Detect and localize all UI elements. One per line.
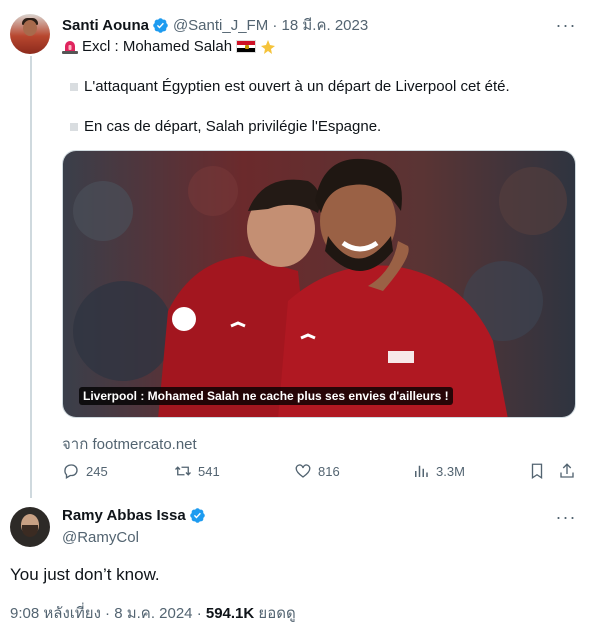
tweet-actions: 245 541 816 3.3M (62, 462, 576, 484)
reply-author-name[interactable]: Ramy Abbas Issa (62, 507, 186, 524)
views-icon (415, 465, 428, 477)
retweet-icon (175, 466, 191, 476)
like-count: 816 (318, 463, 340, 479)
like-icon (295, 464, 311, 478)
reply-text: You just don’t know. (10, 565, 160, 584)
reply-author-handle[interactable]: @RamyCol (62, 529, 139, 546)
tweet-header: Santi Aouna @Santi_J_FM · 18 มี.ค. 2023 (62, 14, 368, 36)
tweet-line-1-text: L'attaquant Égyptien est ouvert à un dép… (84, 78, 510, 95)
tweet-line-1: L'attaquant Égyptien est ouvert à un dép… (70, 78, 510, 95)
share-icon (560, 463, 574, 478)
bookmark-icon (531, 463, 543, 480)
more-icon[interactable]: ··· (556, 15, 576, 35)
bookmark-button[interactable] (528, 462, 546, 480)
retweet-button[interactable]: 541 (174, 462, 220, 480)
retweet-count: 541 (198, 463, 220, 479)
tweet-line-2-text: En cas de départ, Salah privilégie l'Esp… (84, 118, 382, 135)
verified-badge-icon (153, 17, 168, 33)
author-handle-date[interactable]: @Santi_J_FM · 18 มี.ค. 2023 (173, 13, 368, 37)
reply-button[interactable]: 245 (62, 462, 108, 480)
egypt-flag-icon (236, 40, 257, 53)
bullet-icon (70, 82, 78, 91)
verified-badge-icon (189, 508, 205, 523)
link-card-image[interactable]: Liverpool : Mohamed Salah ne cache plus … (62, 150, 576, 418)
reply-count: 245 (86, 463, 108, 479)
author-name[interactable]: Santi Aouna (62, 17, 149, 34)
reply-views-count: 594.1K (205, 605, 255, 622)
avatar[interactable] (10, 507, 50, 547)
reply-meta: 9:08 หลังเที่ยง · 8 ม.ค. 2024 · 594.1K ย… (10, 601, 296, 625)
headline-text: Excl : Mohamed Salah (82, 38, 233, 55)
reply-icon (64, 464, 78, 479)
thread-connector-line (30, 56, 32, 498)
reply-header: Ramy Abbas Issa (62, 507, 206, 524)
link-card-caption: Liverpool : Mohamed Salah ne cache plus … (79, 387, 453, 405)
siren-icon (62, 40, 78, 54)
link-source[interactable]: จาก footmercato.net (62, 432, 197, 456)
bullet-icon (70, 122, 78, 131)
views-count: 3.3M (436, 463, 465, 479)
avatar[interactable] (10, 14, 50, 54)
like-button[interactable]: 816 (294, 462, 340, 480)
reply-views-label: ยอดดู (254, 605, 296, 622)
more-icon[interactable]: ··· (556, 507, 576, 527)
players-photo (63, 151, 575, 417)
tweet-headline-row: Excl : Mohamed Salah (62, 38, 276, 55)
share-button[interactable] (558, 462, 576, 480)
tweet-line-2: En cas de départ, Salah privilégie l'Esp… (70, 118, 381, 135)
sparkle-icon (261, 39, 276, 54)
reply-timestamp[interactable]: 9:08 หลังเที่ยง · 8 ม.ค. 2024 · (10, 605, 206, 622)
views-button[interactable]: 3.3M (412, 462, 465, 480)
